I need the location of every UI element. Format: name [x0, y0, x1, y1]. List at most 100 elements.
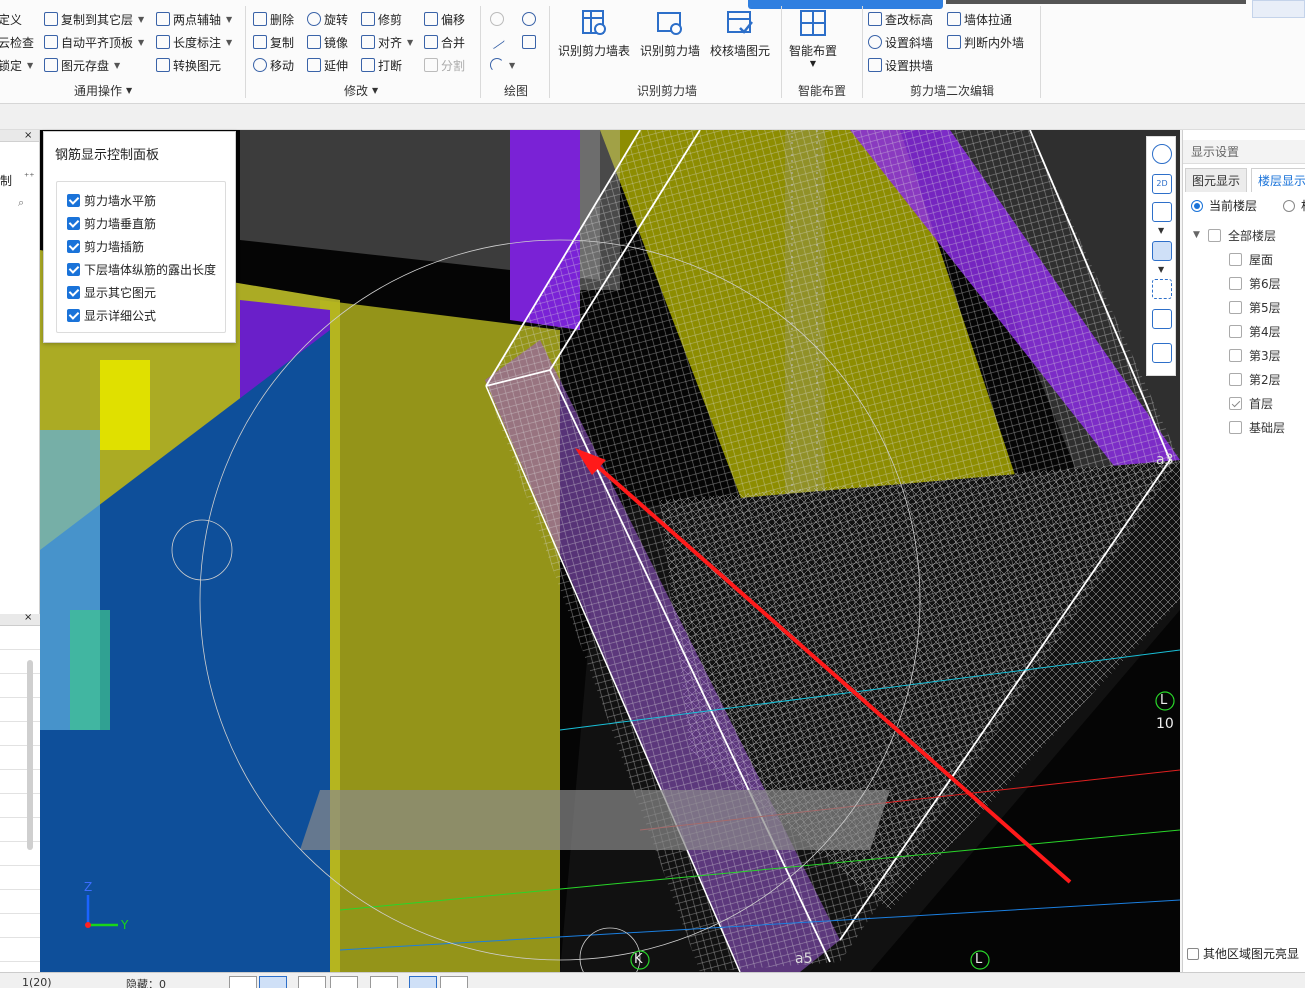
angle-snap-button[interactable]: [330, 976, 358, 988]
tree-all-floors[interactable]: ▼ 全部楼层: [1193, 224, 1276, 246]
radio-button[interactable]: [1283, 199, 1295, 212]
trim-button[interactable]: 修剪: [361, 9, 402, 29]
property-grid[interactable]: [0, 626, 40, 988]
auto-align-top-button[interactable]: 自动平齐顶板 ▼: [44, 32, 144, 52]
move-button[interactable]: 移动: [253, 55, 294, 75]
fit-view-icon[interactable]: [1152, 279, 1172, 299]
recognize-wall-button[interactable]: 识别剪力墙: [640, 8, 700, 59]
lock-button[interactable]: 锁定 ▼: [0, 55, 33, 75]
checkbox[interactable]: [67, 239, 80, 253]
close-icon[interactable]: ×: [24, 130, 32, 141]
tree-floor-3[interactable]: 第3层: [1229, 344, 1281, 366]
offset-button[interactable]: 偏移: [424, 9, 465, 29]
group-general-label[interactable]: 通用操作 ▼: [74, 82, 132, 99]
checkbox[interactable]: [1208, 228, 1221, 242]
checkbox[interactable]: [1229, 396, 1242, 410]
ortho-button[interactable]: [259, 976, 287, 988]
merge-button[interactable]: 合并: [424, 32, 465, 52]
scrollbar[interactable]: [27, 660, 33, 850]
rebar-option-dowel[interactable]: 剪力墙插筋: [67, 237, 144, 255]
tree-floor-foundation[interactable]: 基础层: [1229, 416, 1285, 438]
2d-view-icon[interactable]: 2D: [1152, 174, 1172, 194]
expand-icon[interactable]: ⁺⁺: [24, 172, 35, 183]
checkbox[interactable]: [1187, 947, 1199, 960]
highlight-other-area-option[interactable]: 其他区域图元亮显: [1187, 945, 1299, 962]
checkbox[interactable]: [1229, 372, 1242, 386]
checkbox[interactable]: [67, 308, 80, 322]
orbit-icon[interactable]: [1152, 144, 1172, 164]
cube-view-icon[interactable]: [1152, 202, 1172, 222]
rect-draw-button[interactable]: [522, 32, 536, 52]
checkbox[interactable]: [67, 193, 80, 207]
verify-wall-button[interactable]: 校核墙图元: [710, 8, 770, 59]
copy-button[interactable]: 复制: [253, 32, 294, 52]
close-icon[interactable]: ×: [24, 612, 32, 623]
3d-box-icon[interactable]: [1152, 309, 1172, 329]
tree-floor-roof[interactable]: 屋面: [1229, 248, 1273, 270]
radio-button[interactable]: [1191, 199, 1203, 212]
checkbox[interactable]: [1229, 276, 1242, 290]
checkbox[interactable]: [67, 262, 80, 276]
report-view-icon[interactable]: [1152, 343, 1172, 363]
solid-cube-icon[interactable]: [1152, 241, 1172, 261]
tree-floor-5[interactable]: 第5层: [1229, 296, 1281, 318]
rebar-option-vertical[interactable]: 剪力墙垂直筋: [67, 214, 156, 232]
judge-inner-outer-label: 判断内外墙: [964, 35, 1025, 50]
split-button[interactable]: 分割: [424, 55, 465, 75]
set-arch-wall-button[interactable]: 设置拱墙: [868, 55, 933, 75]
checkbox[interactable]: [1229, 324, 1242, 338]
checkbox[interactable]: [1229, 252, 1242, 266]
delete-button[interactable]: 删除: [253, 9, 294, 29]
define-button[interactable]: 定义: [0, 9, 22, 29]
arc-draw-button[interactable]: ▼: [490, 55, 515, 75]
circle-draw-button[interactable]: [522, 9, 536, 29]
judge-inner-outer-button[interactable]: 判断内外墙: [947, 32, 1024, 52]
recognize-wall-table-button[interactable]: 识别剪力墙表: [558, 8, 630, 59]
rebar-option-horizontal[interactable]: 剪力墙水平筋: [67, 191, 156, 209]
cloud-check-button[interactable]: 云检查: [0, 32, 34, 52]
save-element-button[interactable]: 图元存盘 ▼: [44, 55, 120, 75]
convert-element-button[interactable]: 转换图元: [156, 55, 221, 75]
radio-other[interactable]: 相: [1283, 197, 1305, 214]
search-icon[interactable]: ⌕: [18, 196, 24, 210]
checkbox[interactable]: [67, 216, 80, 230]
align-button[interactable]: 对齐 ▼: [361, 32, 413, 52]
point-draw-button[interactable]: [490, 9, 504, 29]
group-modify-label[interactable]: 修改 ▼: [344, 82, 378, 99]
chevron-down-icon[interactable]: ▼: [1158, 265, 1164, 274]
cloud-icon[interactable]: [1252, 0, 1305, 18]
mirror-button[interactable]: 镜像: [307, 32, 348, 52]
wall-stretch-button[interactable]: 墙体拉通: [947, 9, 1012, 29]
rebar-option-exposed-length[interactable]: 下层墙体纵筋的露出长度: [67, 260, 216, 278]
point-snap-button[interactable]: [370, 976, 398, 988]
copy-to-floor-button[interactable]: 复制到其它层 ▼: [44, 9, 144, 29]
radio-current-floor[interactable]: 当前楼层: [1191, 197, 1257, 214]
tree-floor-6[interactable]: 第6层: [1229, 272, 1281, 294]
two-point-axis-button[interactable]: 两点辅轴 ▼: [156, 9, 232, 29]
checkbox[interactable]: [1229, 300, 1242, 314]
length-dim-button[interactable]: 长度标注 ▼: [156, 32, 232, 52]
collapse-icon[interactable]: ▼: [1193, 230, 1201, 240]
tree-floor-4[interactable]: 第4层: [1229, 320, 1281, 342]
tree-floor-1[interactable]: 首层: [1229, 392, 1273, 414]
tree-floor-2[interactable]: 第2层: [1229, 368, 1281, 390]
snap-button[interactable]: [229, 976, 257, 988]
smart-layout-button[interactable]: 智能布置 ▼: [789, 8, 837, 68]
extend-button[interactable]: 延伸: [307, 55, 348, 75]
grid-snap-button[interactable]: [409, 976, 437, 988]
rotate-button[interactable]: 旋转: [307, 9, 348, 29]
line-draw-button[interactable]: [488, 32, 506, 52]
checkbox[interactable]: [1229, 348, 1242, 362]
checkbox[interactable]: [67, 285, 80, 299]
cross-snap-button[interactable]: [298, 976, 326, 988]
rebar-option-other-elements[interactable]: 显示其它图元: [67, 283, 156, 301]
change-elevation-button[interactable]: 查改标高: [868, 9, 933, 29]
tab-floor-display[interactable]: 楼层显示: [1251, 168, 1305, 192]
chevron-down-icon[interactable]: ▼: [1158, 226, 1164, 235]
arc-snap-button[interactable]: [440, 976, 468, 988]
set-slant-wall-button[interactable]: 设置斜墙: [868, 32, 933, 52]
checkbox[interactable]: [1229, 420, 1242, 434]
rebar-option-formula[interactable]: 显示详细公式: [67, 306, 156, 324]
tab-element-display[interactable]: 图元显示: [1185, 168, 1248, 192]
break-button[interactable]: 打断: [361, 55, 402, 75]
